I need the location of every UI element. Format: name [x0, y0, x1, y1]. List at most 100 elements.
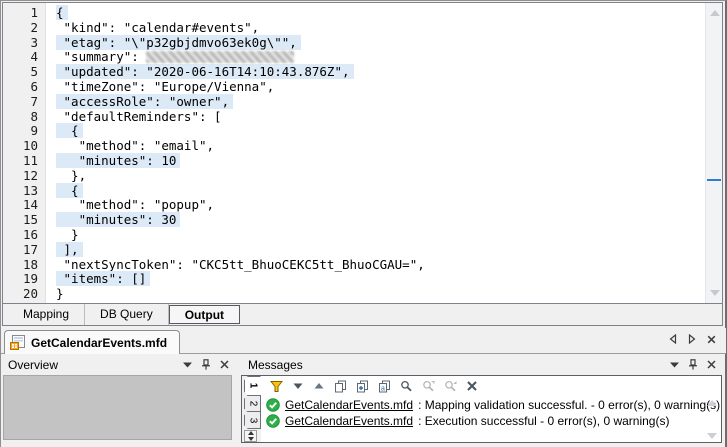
code-line[interactable]: "timeZone": "Europe/Vienna",	[56, 80, 705, 95]
line-number: 9	[3, 124, 38, 139]
json-output-text[interactable]: { "kind": "calendar#events", "etag": "\"…	[46, 3, 705, 303]
messages-tab-spinner[interactable]	[244, 430, 257, 442]
close-icon[interactable]	[220, 360, 229, 369]
next-doc-icon[interactable]	[688, 334, 696, 344]
messages-scrollbar[interactable]	[706, 398, 718, 439]
message-text: : Mapping validation successful. - 0 err…	[418, 398, 720, 412]
code-line[interactable]: "method": "email",	[56, 139, 705, 154]
messages-list: GetCalendarEvents.mfd : Mapping validatio…	[261, 396, 721, 429]
mapforce-document-icon	[10, 335, 26, 350]
messages-tab-3[interactable]: 3	[244, 411, 261, 429]
clear-icon[interactable]	[466, 380, 478, 392]
output-editor: 1234567891011121314151617181920 { "kind"…	[2, 2, 723, 326]
messages-tab-1[interactable]: 1	[244, 376, 261, 396]
code-line[interactable]: "items": []	[56, 272, 705, 287]
code-line[interactable]: "minutes": 10	[56, 154, 705, 169]
code-line[interactable]: {	[56, 124, 705, 139]
line-number: 17	[3, 243, 38, 258]
copy-all-messages-icon[interactable]: a	[378, 380, 391, 393]
line-number: 2	[3, 21, 38, 36]
code-line[interactable]: ],	[56, 243, 705, 258]
dropdown-icon[interactable]	[670, 362, 679, 368]
code-line[interactable]: "updated": "2020-06-16T14:10:43.876Z",	[56, 65, 705, 80]
code-line[interactable]: {	[56, 184, 705, 199]
line-number: 7	[3, 95, 38, 110]
line-number: 12	[3, 169, 38, 184]
messages-toolbar: a	[261, 376, 721, 396]
line-number: 10	[3, 139, 38, 154]
line-number: 20	[3, 287, 38, 302]
code-line[interactable]: "minutes": 30	[56, 213, 705, 228]
scroll-up-icon[interactable]	[710, 10, 720, 16]
messages-box: 123	[241, 375, 722, 443]
pin-icon[interactable]	[688, 359, 698, 370]
scroll-up-icon[interactable]	[707, 400, 717, 406]
view-tabs: MappingDB QueryOutput	[3, 303, 722, 325]
document-tab[interactable]: GetCalendarEvents.mfd	[4, 330, 180, 354]
code-line[interactable]: "summary":	[56, 50, 705, 65]
view-tab-output[interactable]: Output	[169, 305, 240, 324]
code-line[interactable]: }	[56, 287, 705, 302]
code-line[interactable]: "nextSyncToken": "CKC5tt_BhuoCEKC5tt_Bhu…	[56, 258, 705, 273]
line-number: 13	[3, 184, 38, 199]
copy-message-icon[interactable]	[334, 380, 347, 393]
view-tab-mapping[interactable]: Mapping	[8, 304, 85, 325]
code-area[interactable]: 1234567891011121314151617181920 { "kind"…	[3, 3, 722, 303]
line-number: 4	[3, 50, 38, 65]
line-number: 14	[3, 198, 38, 213]
pin-icon[interactable]	[201, 359, 211, 370]
line-number: 8	[3, 110, 38, 125]
document-tab-label: GetCalendarEvents.mfd	[31, 336, 167, 350]
message-file-link[interactable]: GetCalendarEvents.mfd	[285, 414, 413, 428]
copy-message-with-children-icon[interactable]	[356, 380, 369, 393]
editor-vertical-scrollbar[interactable]	[705, 3, 722, 303]
spinner-up-icon[interactable]	[248, 431, 254, 435]
find-prev-icon[interactable]	[444, 380, 457, 393]
find-next-icon[interactable]	[422, 380, 435, 393]
messages-side-tabs: 123	[242, 376, 261, 442]
code-line[interactable]: "accessRole": "owner",	[56, 95, 705, 110]
success-icon	[266, 414, 280, 428]
redacted-value	[146, 51, 294, 63]
view-tab-db-query[interactable]: DB Query	[85, 304, 169, 325]
code-line[interactable]: {	[56, 6, 705, 21]
line-number: 15	[3, 213, 38, 228]
line-number: 19	[3, 272, 38, 287]
code-line[interactable]: "etag": "\"p32gbjdmvo63ek0g\"",	[56, 36, 705, 51]
prev-message-icon[interactable]	[313, 380, 325, 392]
message-row: GetCalendarEvents.mfd : Mapping validatio…	[266, 397, 721, 413]
code-line[interactable]: },	[56, 169, 705, 184]
line-number: 11	[3, 154, 38, 169]
message-file-link[interactable]: GetCalendarEvents.mfd	[285, 398, 413, 412]
code-line[interactable]: "method": "popup",	[56, 198, 705, 213]
overview-panel: Overview	[1, 354, 235, 447]
message-row: GetCalendarEvents.mfd : Execution success…	[266, 413, 721, 429]
mapforce-window: 1234567891011121314151617181920 { "kind"…	[0, 0, 727, 447]
messages-tab-2[interactable]: 2	[244, 395, 261, 413]
messages-title: Messages	[248, 358, 670, 372]
close-doc-icon[interactable]	[707, 335, 716, 344]
next-message-icon[interactable]	[292, 380, 304, 392]
line-number: 16	[3, 228, 38, 243]
messages-panel: Messages 123	[241, 354, 722, 447]
success-icon	[266, 398, 280, 412]
close-icon[interactable]	[707, 360, 716, 369]
overview-panel-header: Overview	[1, 354, 235, 375]
line-number: 18	[3, 258, 38, 273]
line-number: 3	[3, 36, 38, 51]
scrollbar-position-marker	[707, 179, 721, 181]
line-number: 5	[3, 65, 38, 80]
code-line[interactable]: "kind": "calendar#events",	[56, 21, 705, 36]
overview-title: Overview	[8, 358, 183, 372]
code-line[interactable]: "defaultReminders": [	[56, 110, 705, 125]
filter-icon[interactable]	[270, 380, 283, 393]
dropdown-icon[interactable]	[183, 362, 192, 368]
scroll-down-icon[interactable]	[707, 433, 717, 439]
prev-doc-icon[interactable]	[669, 334, 677, 344]
message-text: : Execution successful - 0 error(s), 0 w…	[418, 414, 669, 428]
overview-content	[3, 375, 232, 440]
spinner-down-icon[interactable]	[248, 437, 254, 441]
scroll-down-icon[interactable]	[710, 290, 720, 296]
find-icon[interactable]	[400, 380, 413, 393]
code-line[interactable]: }	[56, 228, 705, 243]
